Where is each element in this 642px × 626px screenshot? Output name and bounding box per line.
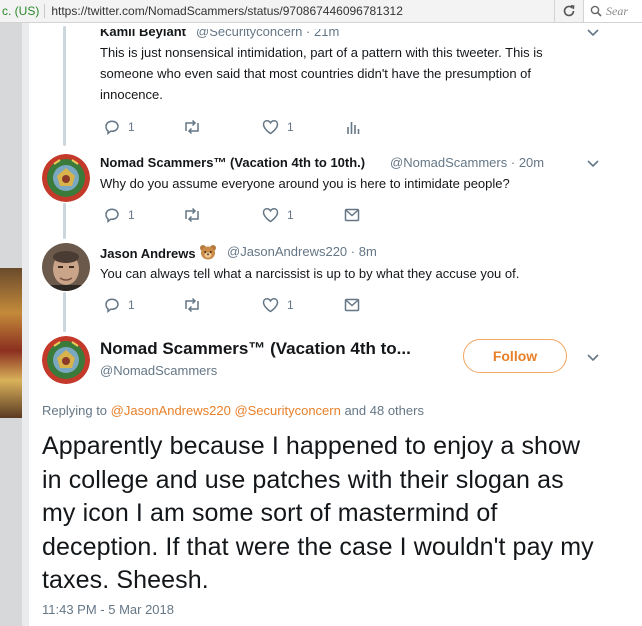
like-count: 1 bbox=[287, 208, 294, 222]
heart-icon bbox=[262, 298, 279, 313]
like-count: 1 bbox=[287, 120, 294, 134]
ev-certificate-label[interactable]: c. (US) bbox=[0, 4, 39, 18]
tweet-author-handle[interactable]: @Securityconcern bbox=[196, 29, 302, 39]
reply-button[interactable]: 1 bbox=[104, 206, 135, 224]
chevron-down-icon[interactable] bbox=[586, 353, 600, 363]
search-icon bbox=[590, 5, 602, 17]
tweet-text: This is just nonsensical intimidation, p… bbox=[100, 45, 543, 102]
direct-message-button[interactable] bbox=[344, 206, 360, 224]
tweet-meta: @JasonAndrews220 · 8m bbox=[227, 244, 377, 259]
replying-user-link[interactable]: @JasonAndrews220 bbox=[111, 403, 231, 418]
envelope-icon bbox=[344, 208, 360, 222]
page-background-edge bbox=[0, 23, 29, 626]
direct-message-button[interactable] bbox=[344, 296, 360, 314]
tweet-text: You can always tell what a narcissist is… bbox=[100, 266, 520, 281]
heart-icon bbox=[262, 120, 279, 135]
reply-button[interactable]: 1 bbox=[104, 118, 135, 136]
analytics-icon bbox=[347, 122, 360, 134]
replying-user-link[interactable]: @Securityconcern bbox=[234, 403, 340, 418]
avatar[interactable] bbox=[42, 154, 90, 202]
tweet-time[interactable]: 20m bbox=[519, 155, 544, 170]
reply-count: 1 bbox=[128, 120, 135, 134]
retweet-button[interactable] bbox=[182, 296, 202, 314]
browser-address-bar: c. (US) https://twitter.com/NomadScammer… bbox=[0, 0, 642, 23]
reply-icon bbox=[105, 298, 119, 313]
tweet-actions: 1 1 bbox=[104, 296, 364, 314]
like-button[interactable]: 1 bbox=[262, 118, 294, 136]
reply-count: 1 bbox=[128, 208, 135, 222]
reply-count: 1 bbox=[128, 298, 135, 312]
retweet-icon bbox=[185, 119, 199, 135]
thread-connector bbox=[63, 26, 66, 146]
thread-connector bbox=[63, 292, 66, 332]
retweet-icon bbox=[185, 297, 199, 313]
chevron-down-icon[interactable] bbox=[586, 159, 600, 169]
avatar[interactable] bbox=[42, 243, 90, 291]
meta-separator: · bbox=[510, 155, 519, 170]
analytics-button[interactable] bbox=[346, 118, 360, 136]
tweet-author-name[interactable]: Nomad Scammers™ (Vacation 4th to 10th.) bbox=[100, 155, 365, 170]
replying-prefix: Replying to bbox=[42, 403, 111, 418]
envelope-icon bbox=[344, 298, 360, 312]
bear-emoji-icon bbox=[199, 245, 216, 260]
tweet-actions: 1 1 bbox=[104, 206, 364, 224]
tweet-author-name[interactable]: Kamil Beylant bbox=[100, 29, 186, 39]
tweet-meta: @NomadScammers · 20m bbox=[390, 155, 544, 170]
tweet-author-name: Jason Andrews bbox=[100, 244, 221, 261]
tweet-author-name-text[interactable]: Jason Andrews bbox=[100, 246, 196, 261]
like-button[interactable]: 1 bbox=[262, 206, 294, 224]
background-image-fragment bbox=[0, 268, 22, 418]
retweet-button[interactable] bbox=[182, 118, 202, 136]
tweet-timestamp[interactable]: 11:43 PM - 5 Mar 2018 bbox=[42, 602, 174, 617]
retweet-icon bbox=[185, 207, 199, 223]
avatar[interactable] bbox=[42, 336, 90, 384]
tweet-actions: 1 1 bbox=[104, 118, 364, 136]
retweet-button[interactable] bbox=[182, 206, 202, 224]
follow-button[interactable]: Follow bbox=[463, 339, 567, 373]
tweet-author-handle[interactable]: @JasonAndrews220 bbox=[227, 244, 347, 259]
meta-separator: · bbox=[350, 244, 359, 259]
reload-icon bbox=[563, 5, 575, 17]
like-count: 1 bbox=[287, 298, 294, 312]
tweet-time[interactable]: 8m bbox=[359, 244, 377, 259]
search-placeholder: Sear bbox=[606, 3, 628, 18]
like-button[interactable]: 1 bbox=[262, 296, 294, 314]
reply-button[interactable]: 1 bbox=[104, 296, 135, 314]
chevron-down-icon[interactable] bbox=[586, 28, 600, 38]
tweet-meta: @Securityconcern · 21m bbox=[196, 24, 339, 39]
url-field[interactable]: https://twitter.com/NomadScammers/status… bbox=[51, 4, 403, 18]
background-border bbox=[22, 23, 29, 626]
heart-icon bbox=[262, 208, 279, 223]
tweet-text: Why do you assume everyone around you is… bbox=[100, 176, 510, 191]
search-input[interactable]: Sear bbox=[584, 0, 642, 22]
tweet-author-handle[interactable]: @NomadScammers bbox=[390, 155, 507, 170]
replying-others-link[interactable]: and 48 others bbox=[341, 403, 424, 418]
meta-separator: · bbox=[306, 24, 314, 39]
reload-button[interactable] bbox=[554, 0, 584, 22]
replying-to: Replying to @JasonAndrews220 @Securityco… bbox=[42, 403, 424, 418]
thread-connector bbox=[63, 203, 66, 239]
reply-icon bbox=[105, 208, 119, 223]
main-tweet-author-handle[interactable]: @NomadScammers bbox=[100, 363, 217, 378]
reply-icon bbox=[105, 120, 119, 135]
address-bar-separator bbox=[44, 4, 46, 18]
main-tweet-text: Apparently because I happened to enjoy a… bbox=[42, 432, 594, 594]
tweet-time[interactable]: 21m bbox=[314, 29, 339, 39]
main-tweet-author-name[interactable]: Nomad Scammers™ (Vacation 4th to... bbox=[100, 339, 411, 359]
